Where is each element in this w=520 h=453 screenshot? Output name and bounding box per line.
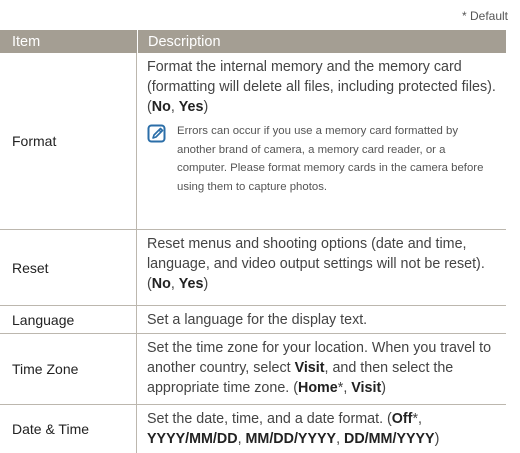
- table-row-timezone: Time Zone Set the time zone for your loc…: [0, 334, 506, 405]
- item-language: Language: [0, 306, 137, 333]
- table-row-format: Format Format the internal memory and th…: [0, 53, 506, 230]
- table-row-reset: Reset Reset menus and shooting options (…: [0, 230, 506, 306]
- description-timezone: Set the time zone for your location. Whe…: [147, 340, 492, 396]
- table-row-language: Language Set a language for the display …: [0, 306, 506, 334]
- format-note: Errors can occur if you use a memory car…: [147, 122, 498, 196]
- table-header: Item Description: [0, 30, 506, 53]
- description-reset: Reset menus and shooting options (date a…: [147, 236, 485, 292]
- item-format: Format: [0, 53, 137, 229]
- header-description: Description: [137, 30, 506, 53]
- note-pencil-icon: [147, 122, 177, 196]
- settings-table: Item Description Format Format the inter…: [0, 30, 506, 453]
- description-format: Format the internal memory and the memor…: [137, 53, 506, 229]
- item-datetime: Date & Time: [0, 405, 137, 453]
- item-timezone: Time Zone: [0, 334, 137, 404]
- note-text: Errors can occur if you use a memory car…: [177, 125, 484, 193]
- description-datetime: Set the date, time, and a date format. (…: [147, 411, 440, 447]
- description-language: Set a language for the display text.: [147, 312, 368, 328]
- table-row-datetime: Date & Time Set the date, time, and a da…: [0, 405, 506, 453]
- item-reset: Reset: [0, 230, 137, 305]
- header-item: Item: [12, 33, 41, 50]
- default-note: * Default: [461, 9, 508, 23]
